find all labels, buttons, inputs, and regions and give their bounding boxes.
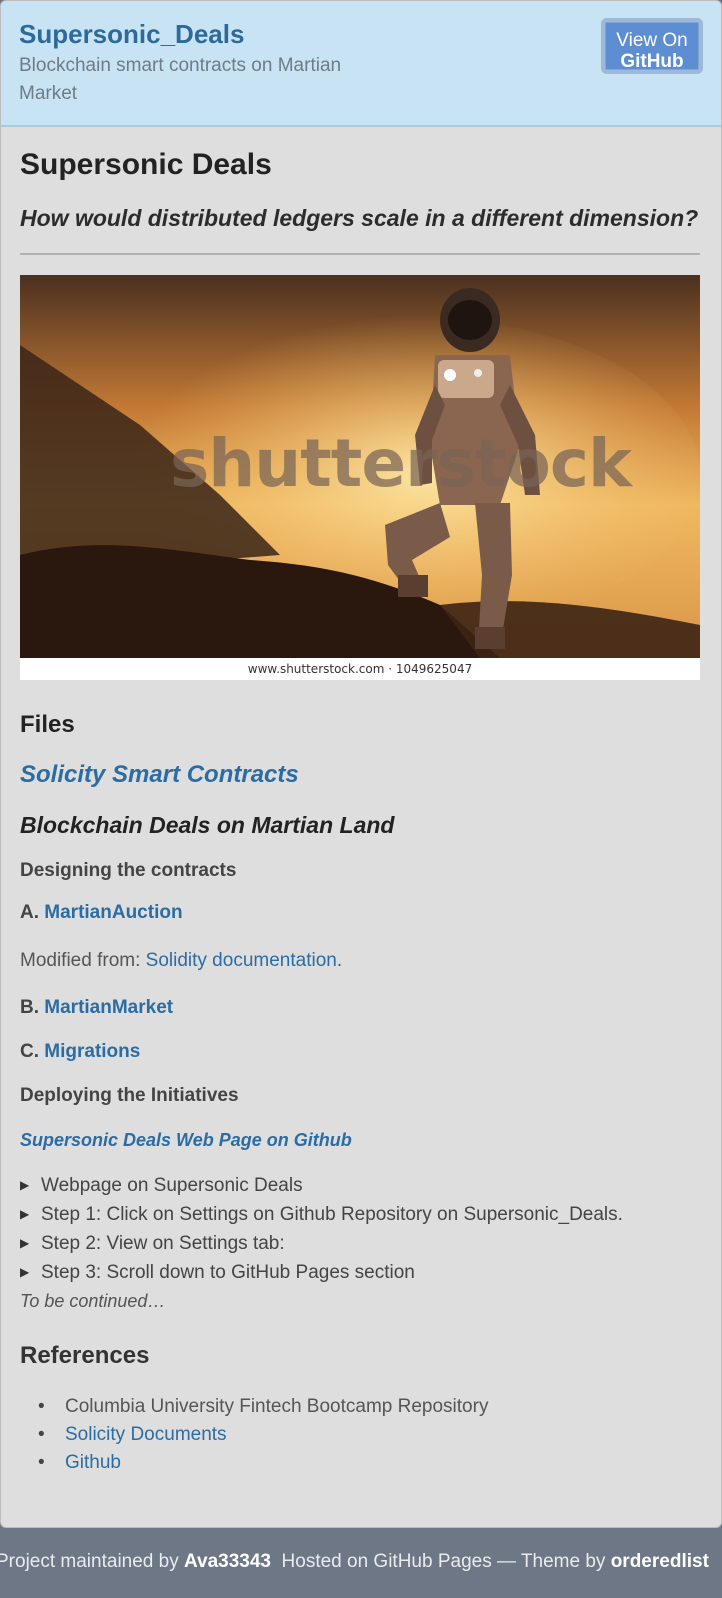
bullet-icon: • (38, 1452, 45, 1473)
contract-item-c: C. Migrations (20, 1039, 701, 1065)
solicity-documents-link[interactable]: Solicity Documents (65, 1424, 227, 1445)
deals-heading: Blockchain Deals on Martian Land (20, 812, 395, 838)
maintainer-link[interactable]: Ava33343 (184, 1551, 271, 1572)
contract-prefix: B. (20, 997, 39, 1018)
bullet-icon: • (38, 1396, 45, 1417)
reference-item: • Columbia University Fintech Bootcamp Re… (38, 1393, 701, 1421)
files-heading: Files (20, 711, 75, 738)
image-caption: www.shutterstock.com · 1049625047 (247, 662, 473, 676)
contract-prefix: C. (20, 1041, 39, 1062)
step-label: Step 2: View on Settings tab: (41, 1233, 285, 1254)
github-link[interactable]: Github (65, 1452, 121, 1473)
triangle-right-icon: ▶ (20, 1178, 30, 1192)
github-button-line2: GitHub (620, 51, 684, 72)
references-heading: References (20, 1342, 150, 1369)
contract-item-b: B. MartianMarket (20, 995, 701, 1021)
triangle-right-icon: ▶ (20, 1236, 30, 1250)
page-title: Supersonic Deals (20, 148, 272, 181)
main-card: Supersonic_Deals Blockchain smart contra… (0, 0, 722, 1528)
footer-hosted-text: Hosted on GitHub Pages — Theme by (276, 1551, 611, 1572)
site-footer: Project maintained by Ava33343 Hosted on… (0, 1542, 722, 1582)
deploying-heading: Deploying the Initiatives (20, 1085, 239, 1106)
continued-note: To be continued… (20, 1291, 166, 1311)
martian-auction-link[interactable]: MartianAuction (44, 902, 182, 923)
step-label: Step 3: Scroll down to GitHub Pages sect… (41, 1262, 415, 1283)
disclosure-item-step1[interactable]: ▶ Step 1: Click on Settings on Github Rep… (20, 1200, 701, 1229)
reference-label: Columbia University Fintech Bootcamp Rep… (65, 1396, 489, 1417)
martian-market-link[interactable]: MartianMarket (44, 997, 173, 1018)
site-header: Supersonic_Deals Blockchain smart contra… (1, 1, 721, 127)
footer-maintained-text: Project maintained by (0, 1551, 184, 1572)
step-label: Webpage on Supersonic Deals (41, 1175, 303, 1196)
page-content: Supersonic Deals How would distributed l… (1, 127, 721, 1477)
contract-item-a: A. MartianAuction (20, 900, 701, 926)
github-button-line1: View On (616, 30, 688, 51)
modified-note: Modified from: Solidity documentation. (20, 947, 701, 975)
reference-item: • Github (38, 1449, 701, 1477)
references-list: • Columbia University Fintech Bootcamp Re… (20, 1393, 701, 1477)
modified-prefix: Modified from: (20, 950, 146, 971)
page-subtitle: How would distributed ledgers scale in a… (20, 205, 699, 231)
disclosure-item-step2[interactable]: ▶ Step 2: View on Settings tab: (20, 1229, 701, 1258)
triangle-right-icon: ▶ (20, 1265, 30, 1279)
steps-list: ▶ Webpage on Supersonic Deals ▶ Step 1: Cl… (20, 1171, 701, 1287)
solidity-docs-link[interactable]: Solidity documentation (146, 950, 337, 971)
triangle-right-icon: ▶ (20, 1207, 30, 1221)
disclosure-item-webpage[interactable]: ▶ Webpage on Supersonic Deals (20, 1171, 701, 1200)
step-label: Step 1: Click on Settings on Github Repo… (41, 1204, 623, 1225)
watermark-text: shutterstock (170, 425, 632, 502)
migrations-link[interactable]: Migrations (44, 1041, 140, 1062)
divider (20, 253, 700, 255)
theme-author-link[interactable]: orderedlist (611, 1551, 709, 1572)
reference-item: • Solicity Documents (38, 1421, 701, 1449)
hero-image: shutterstock www.shutterstock.com · 1049… (20, 275, 700, 680)
disclosure-item-step3[interactable]: ▶ Step 3: Scroll down to GitHub Pages sec… (20, 1258, 701, 1287)
contract-prefix: A. (20, 902, 39, 923)
bullet-icon: • (38, 1424, 45, 1445)
view-on-github-button[interactable]: View On GitHub (601, 18, 703, 74)
web-page-github-link[interactable]: Supersonic Deals Web Page on Github (20, 1127, 701, 1153)
modified-suffix: . (336, 950, 343, 971)
site-tagline: Blockchain smart contracts on Martian Ma… (19, 55, 342, 104)
designing-heading: Designing the contracts (20, 860, 237, 881)
solicity-contracts-link[interactable]: Solicity Smart Contracts (20, 760, 701, 790)
